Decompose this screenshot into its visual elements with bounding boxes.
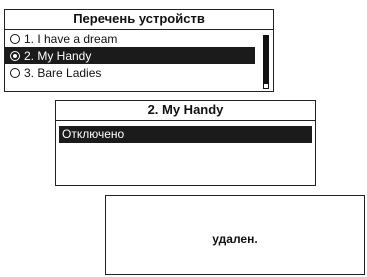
- radio-selected-icon: [10, 50, 20, 61]
- device-list-item-2[interactable]: 2. My Handy: [5, 47, 255, 64]
- scrollbar-track-end: [263, 83, 269, 89]
- disconnected-option[interactable]: Отключено: [59, 126, 312, 143]
- device-label: 3. Bare Ladies: [24, 65, 102, 80]
- device-list-item-1[interactable]: 1. I have a dream: [5, 30, 255, 47]
- device-label: 1. I have a dream: [24, 31, 118, 46]
- radio-unselected-icon: [10, 67, 20, 78]
- device-detail-title: 2. My Handy: [56, 101, 315, 121]
- device-list-title: Перечень устройств: [5, 10, 273, 30]
- device-detail-panel: 2. My Handy Отключено: [55, 100, 316, 186]
- device-list-panel: Перечень устройств 1. I have a dream 2. …: [4, 9, 274, 92]
- deleted-message: удален.: [212, 232, 258, 246]
- device-list: 1. I have a dream 2. My Handy 3. Bare La…: [5, 30, 273, 89]
- device-label: 2. My Handy: [24, 48, 92, 63]
- message-panel: удален.: [105, 195, 365, 275]
- scrollbar-thumb[interactable]: [263, 35, 269, 83]
- device-list-item-3[interactable]: 3. Bare Ladies: [5, 64, 255, 81]
- radio-unselected-icon: [10, 33, 20, 44]
